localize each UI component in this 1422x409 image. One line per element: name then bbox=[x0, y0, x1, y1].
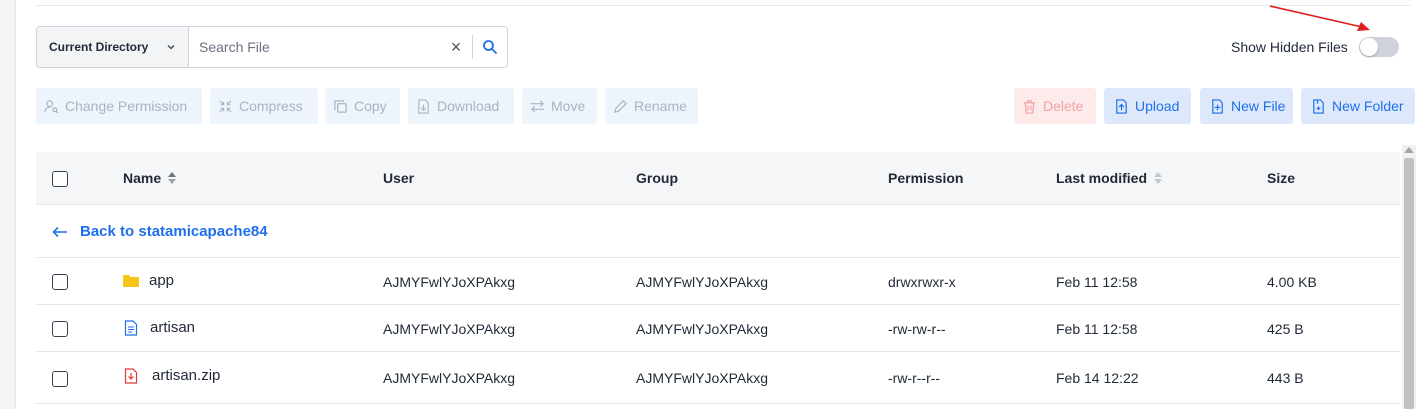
column-header-permission: Permission bbox=[888, 170, 963, 186]
search-bar: Current Directory × bbox=[36, 26, 508, 68]
table-row[interactable]: app AJMYFwlYJoXPAkxg AJMYFwlYJoXPAkxg dr… bbox=[36, 258, 1400, 305]
arrow-left-icon bbox=[52, 226, 67, 237]
file-name: artisan.zip bbox=[152, 367, 221, 384]
divider bbox=[36, 5, 1410, 6]
file-name-cell[interactable]: artisan bbox=[124, 319, 195, 336]
compress-icon bbox=[219, 99, 232, 113]
rename-label: Rename bbox=[634, 98, 687, 114]
delete-label: Delete bbox=[1043, 98, 1084, 114]
column-label: Permission bbox=[888, 170, 964, 186]
size-cell: 4.00 KB bbox=[1267, 274, 1317, 290]
annotation-arrow-icon bbox=[1269, 5, 1370, 31]
back-link-label: Back to statamicapache84 bbox=[80, 223, 268, 240]
scroll-up-arrow-icon[interactable] bbox=[1404, 147, 1414, 153]
new-file-button[interactable]: New File bbox=[1200, 88, 1293, 124]
column-header-last-modified[interactable]: Last modified bbox=[1056, 170, 1163, 186]
compress-label: Compress bbox=[239, 98, 303, 114]
file-name-cell[interactable]: app bbox=[123, 272, 174, 289]
column-header-group: Group bbox=[636, 170, 678, 186]
new-file-icon bbox=[1212, 98, 1223, 114]
chevron-down-icon bbox=[167, 45, 175, 50]
new-folder-button[interactable]: New Folder bbox=[1301, 88, 1415, 124]
permission-cell: -rw-rw-r-- bbox=[888, 321, 946, 337]
move-button[interactable]: Move bbox=[522, 88, 597, 124]
file-name: app bbox=[149, 272, 175, 289]
sort-icon bbox=[168, 172, 177, 184]
directory-scope-select[interactable]: Current Directory bbox=[37, 27, 189, 67]
file-name: artisan bbox=[150, 319, 196, 336]
user-cell: AJMYFwlYJoXPAkxg bbox=[383, 274, 515, 290]
folder-icon bbox=[123, 275, 139, 287]
modified-cell: Feb 14 12:22 bbox=[1056, 370, 1139, 386]
column-label: Group bbox=[636, 170, 678, 186]
group-cell: AJMYFwlYJoXPAkxg bbox=[636, 321, 768, 337]
clear-search-button[interactable]: × bbox=[440, 27, 472, 67]
back-row: Back to statamicapache84 bbox=[36, 205, 1400, 258]
show-hidden-files-label: Show Hidden Files bbox=[1231, 39, 1348, 55]
column-label: Name bbox=[123, 170, 162, 186]
size-cell: 425 B bbox=[1267, 321, 1304, 337]
back-link[interactable]: Back to statamicapache84 bbox=[52, 223, 268, 240]
show-hidden-files-toggle[interactable] bbox=[1359, 37, 1399, 57]
scrollbar-thumb[interactable] bbox=[1404, 158, 1414, 409]
move-label: Move bbox=[551, 98, 586, 114]
download-button[interactable]: Download bbox=[408, 88, 514, 124]
group-cell: AJMYFwlYJoXPAkxg bbox=[636, 370, 768, 386]
download-icon bbox=[418, 98, 429, 114]
sort-icon bbox=[1154, 172, 1163, 184]
download-label: Download bbox=[437, 98, 500, 114]
user-cell: AJMYFwlYJoXPAkxg bbox=[383, 321, 515, 337]
upload-label: Upload bbox=[1135, 98, 1180, 114]
permission-cell: drwxrwxr-x bbox=[888, 274, 956, 290]
column-label: Last modified bbox=[1056, 170, 1148, 186]
row-checkbox[interactable] bbox=[52, 321, 68, 337]
copy-button[interactable]: Copy bbox=[325, 88, 400, 124]
user-cell: AJMYFwlYJoXPAkxg bbox=[383, 370, 515, 386]
row-checkbox[interactable] bbox=[52, 371, 68, 387]
column-header-name[interactable]: Name bbox=[123, 170, 177, 186]
new-folder-icon bbox=[1313, 98, 1324, 114]
pencil-icon bbox=[614, 99, 627, 113]
new-folder-label: New Folder bbox=[1332, 98, 1404, 114]
table-header: Name User Group Permission Last modified… bbox=[36, 152, 1400, 205]
permission-cell: -rw-r--r-- bbox=[888, 370, 941, 386]
column-label: User bbox=[383, 170, 415, 186]
table-row[interactable]: artisan AJMYFwlYJoXPAkxg AJMYFwlYJoXPAkx… bbox=[36, 305, 1400, 352]
new-file-label: New File bbox=[1231, 98, 1286, 114]
change-permission-label: Change Permission bbox=[65, 98, 188, 114]
rename-button[interactable]: Rename bbox=[605, 88, 698, 124]
directory-scope-label: Current Directory bbox=[49, 40, 149, 54]
size-cell: 443 B bbox=[1267, 370, 1304, 386]
search-icon bbox=[483, 40, 497, 54]
modified-cell: Feb 11 12:58 bbox=[1056, 321, 1138, 337]
delete-button[interactable]: Delete bbox=[1014, 88, 1096, 124]
compress-button[interactable]: Compress bbox=[210, 88, 318, 124]
row-checkbox[interactable] bbox=[52, 274, 68, 290]
user-key-icon bbox=[44, 99, 59, 113]
copy-label: Copy bbox=[354, 98, 387, 114]
column-header-size: Size bbox=[1267, 170, 1295, 186]
search-input[interactable] bbox=[189, 27, 440, 67]
upload-file-icon bbox=[1116, 98, 1127, 114]
copy-icon bbox=[334, 99, 347, 113]
toggle-knob bbox=[1360, 38, 1378, 56]
upload-button[interactable]: Upload bbox=[1104, 88, 1191, 124]
trash-icon bbox=[1023, 99, 1036, 114]
left-sidebar-edge bbox=[0, 0, 16, 409]
change-permission-button[interactable]: Change Permission bbox=[36, 88, 202, 124]
archive-file-icon bbox=[124, 367, 138, 384]
select-all-checkbox[interactable] bbox=[52, 171, 68, 187]
column-label: Size bbox=[1267, 170, 1296, 186]
move-arrows-icon bbox=[530, 99, 545, 113]
file-name-cell[interactable]: artisan.zip bbox=[124, 367, 220, 384]
close-icon: × bbox=[450, 36, 462, 57]
text-file-icon bbox=[124, 319, 138, 336]
search-button[interactable] bbox=[473, 27, 507, 67]
column-header-user: User bbox=[383, 170, 414, 186]
group-cell: AJMYFwlYJoXPAkxg bbox=[636, 274, 768, 290]
table-row[interactable]: artisan.zip AJMYFwlYJoXPAkxg AJMYFwlYJoX… bbox=[36, 352, 1400, 404]
modified-cell: Feb 11 12:58 bbox=[1056, 274, 1138, 290]
